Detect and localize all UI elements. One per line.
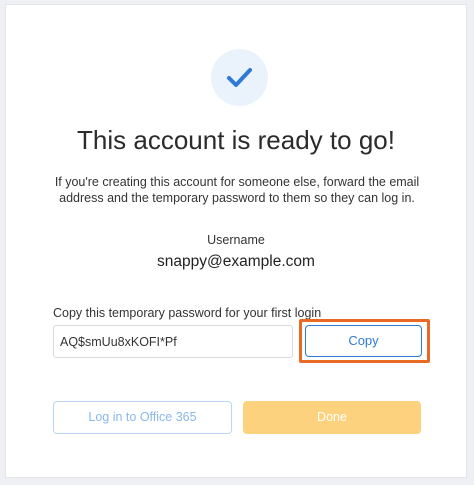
login-office-365-button[interactable]: Log in to Office 365	[53, 401, 232, 434]
username-value: snappy@example.com	[157, 253, 315, 270]
success-badge	[211, 49, 268, 106]
account-ready-dialog: This account is ready to go! If you're c…	[5, 4, 467, 478]
password-label: Copy this temporary password for your fi…	[53, 306, 322, 320]
username-label: Username	[207, 233, 265, 247]
temporary-password-field[interactable]	[53, 325, 293, 358]
done-button[interactable]: Done	[243, 401, 421, 434]
dialog-title: This account is ready to go!	[77, 125, 395, 155]
copy-button[interactable]: Copy	[305, 325, 422, 357]
checkmark-icon	[227, 68, 252, 87]
dialog-description: If you're creating this account for some…	[54, 175, 420, 205]
